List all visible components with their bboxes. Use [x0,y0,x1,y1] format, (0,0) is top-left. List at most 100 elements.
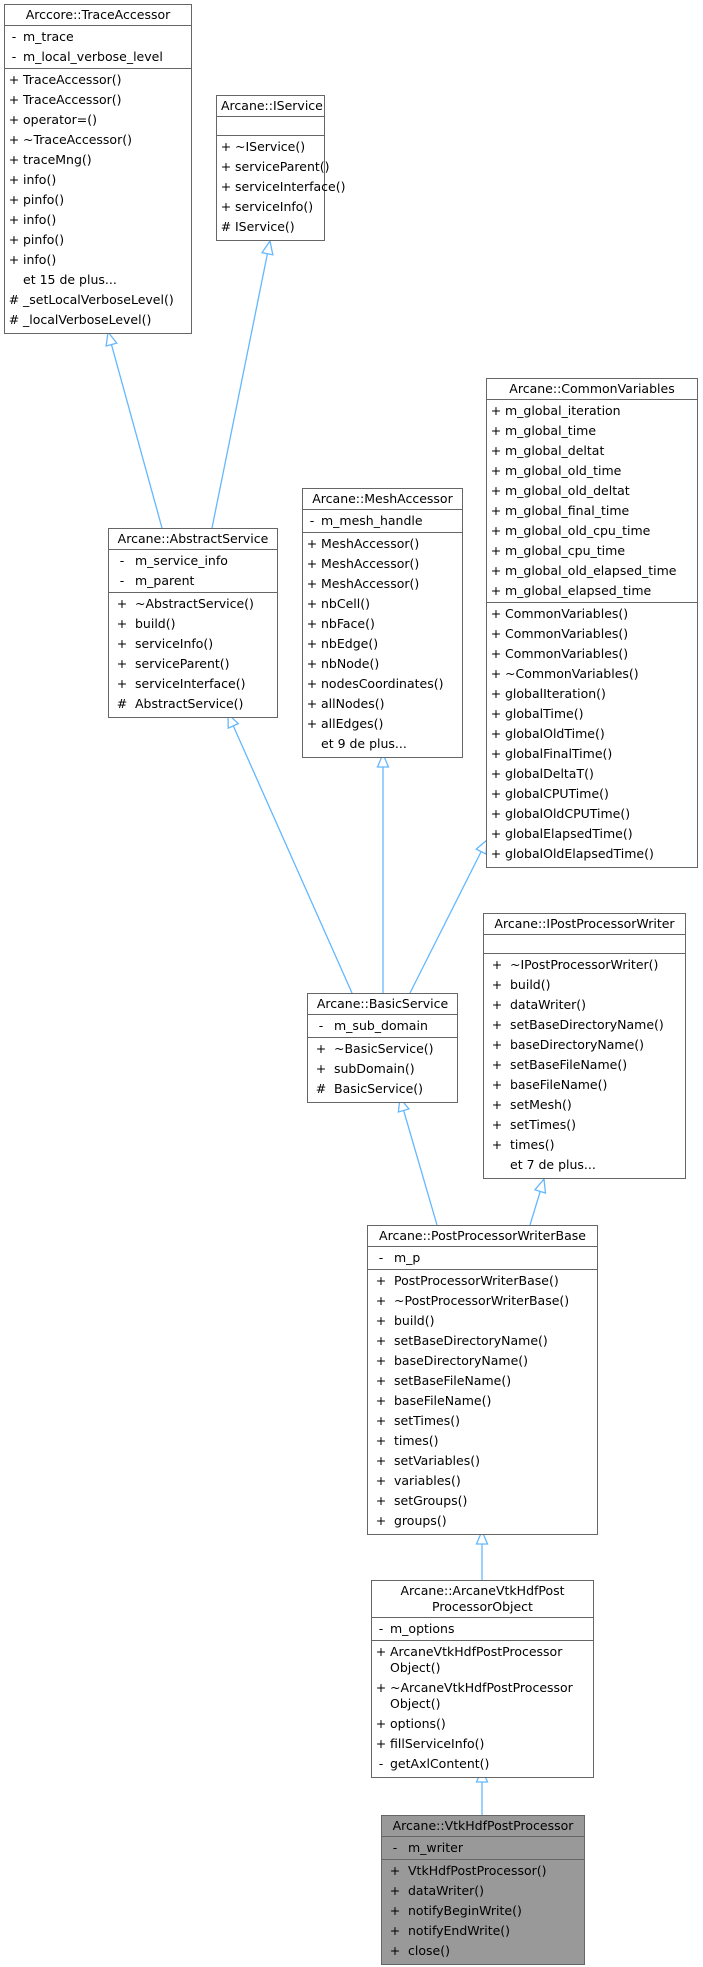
operation-row[interactable]: + setMesh() [484,1095,685,1115]
operation-row[interactable]: + globalElapsedTime() [487,824,697,844]
operation-row[interactable]: + setBaseFileName() [368,1371,597,1391]
operation-row[interactable]: + subDomain() [308,1059,457,1079]
attribute-row[interactable]: - m_writer [382,1838,584,1858]
operation-row[interactable]: + dataWriter() [382,1881,584,1901]
operation-row[interactable]: + notifyEndWrite() [382,1921,584,1941]
operation-row[interactable]: + ~ArcaneVtkHdfPostProcessor Object() [372,1678,593,1714]
operation-row[interactable]: + build() [368,1311,597,1331]
operation-row[interactable]: + info() [5,170,191,190]
operation-row[interactable]: et 15 de plus... [5,270,191,290]
operation-row[interactable]: + times() [484,1135,685,1155]
attribute-row[interactable]: - m_trace [5,27,191,47]
attribute-row[interactable]: + m_global_deltat [487,441,697,461]
attribute-row[interactable]: - m_mesh_handle [303,511,462,531]
operation-row[interactable]: # _localVerboseLevel() [5,310,191,330]
operation-row[interactable]: + nbFace() [303,614,462,634]
operation-row[interactable]: + PostProcessorWriterBase() [368,1271,597,1291]
class-basic-service[interactable]: Arcane::BasicService - m_sub_domain + ~Basic… [307,993,458,1103]
attribute-row[interactable]: + m_global_old_elapsed_time [487,561,697,581]
operation-row[interactable]: + build() [484,975,685,995]
class-ipost-processor-writer[interactable]: Arcane::IPostProcessorWriter + ~IPostProce… [483,913,686,1179]
operation-row[interactable]: + setVariables() [368,1451,597,1471]
class-iservice[interactable]: Arcane::IService + ~IService() + servicePare… [216,95,346,241]
operation-row[interactable]: + operator=() [5,110,191,130]
operation-row[interactable]: et 7 de plus... [484,1155,685,1175]
operation-row[interactable]: + CommonVariables() [487,624,697,644]
class-arcane-vtk-hdf-post-processor-object[interactable]: Arcane::ArcaneVtkHdfPost ProcessorObject… [371,1580,594,1778]
operation-row[interactable]: + baseFileName() [368,1391,597,1411]
operation-row[interactable]: + serviceParent() [217,157,330,177]
class-trace-accessor[interactable]: Arccore::TraceAccessor - m_trace - m_local_v… [4,4,192,334]
operation-row[interactable]: + TraceAccessor() [5,70,191,90]
operation-row[interactable]: + fillServiceInfo() [372,1734,593,1754]
operation-row[interactable]: + baseFileName() [484,1075,685,1095]
operation-row[interactable]: + ~CommonVariables() [487,664,697,684]
operation-row[interactable]: + nbEdge() [303,634,462,654]
class-post-processor-writer-base[interactable]: Arcane::PostProcessorWriterBase - m_p + Post… [367,1225,598,1535]
operation-row[interactable]: # IService() [217,217,324,237]
operation-row[interactable]: + ~TraceAccessor() [5,130,191,150]
attribute-row[interactable]: - m_sub_domain [308,1016,457,1036]
attribute-row[interactable]: + m_global_time [487,421,697,441]
operation-row[interactable]: + ~BasicService() [308,1039,457,1059]
attribute-row[interactable]: + m_global_final_time [487,501,697,521]
operation-row[interactable]: + globalCPUTime() [487,784,697,804]
operation-row[interactable]: + serviceInfo() [217,197,324,217]
attribute-row[interactable]: + m_global_old_time [487,461,697,481]
operation-row[interactable]: + globalIteration() [487,684,697,704]
operation-row[interactable]: + nodesCoordinates() [303,674,462,694]
operation-row[interactable]: + setTimes() [484,1115,685,1135]
operation-row[interactable]: + TraceAccessor() [5,90,191,110]
operation-row[interactable]: + CommonVariables() [487,644,697,664]
attribute-row[interactable]: - m_service_info [109,551,277,571]
attribute-row[interactable]: - m_options [372,1619,593,1639]
attribute-row[interactable]: + m_global_iteration [487,401,697,421]
operation-row[interactable]: + serviceInterface() [217,177,346,197]
operation-row[interactable]: + setBaseDirectoryName() [368,1331,597,1351]
operation-row[interactable]: + allNodes() [303,694,462,714]
class-abstract-service[interactable]: Arcane::AbstractService - m_service_info - m… [108,528,278,718]
operation-row[interactable]: + setGroups() [368,1491,597,1511]
operation-row[interactable]: + ~PostProcessorWriterBase() [368,1291,597,1311]
operation-row[interactable]: # BasicService() [308,1079,457,1099]
attribute-row[interactable]: + m_global_old_cpu_time [487,521,697,541]
operation-row[interactable]: + variables() [368,1471,597,1491]
operation-row[interactable]: + globalTime() [487,704,697,724]
operation-row[interactable]: + setTimes() [368,1411,597,1431]
operation-row[interactable]: - getAxlContent() [372,1754,593,1774]
operation-row[interactable]: + options() [372,1714,593,1734]
operation-row[interactable]: + MeshAccessor() [303,554,462,574]
class-vtk-hdf-post-processor[interactable]: Arcane::VtkHdfPostProcessor - m_writer + Vtk… [381,1815,585,1965]
operation-row[interactable]: + nbCell() [303,594,462,614]
operation-row[interactable]: + baseDirectoryName() [484,1035,685,1055]
operation-row[interactable]: + build() [109,614,277,634]
operation-row[interactable]: + allEdges() [303,714,462,734]
operation-row[interactable]: + pinfo() [5,230,191,250]
operation-row[interactable]: + baseDirectoryName() [368,1351,597,1371]
operation-row[interactable]: + traceMng() [5,150,191,170]
attribute-row[interactable]: + m_global_cpu_time [487,541,697,561]
attribute-row[interactable]: - m_local_verbose_level [5,47,191,67]
operation-row[interactable]: + CommonVariables() [487,604,697,624]
operation-row[interactable]: + nbNode() [303,654,462,674]
operation-row[interactable]: + serviceInterface() [109,674,277,694]
class-common-variables[interactable]: Arcane::CommonVariables + m_global_iterati… [486,378,698,868]
operation-row[interactable]: + info() [5,250,191,270]
operation-row[interactable]: + MeshAccessor() [303,574,462,594]
operation-row[interactable]: + VtkHdfPostProcessor() [382,1861,584,1881]
operation-row[interactable]: + MeshAccessor() [303,534,462,554]
operation-row[interactable]: + globalOldCPUTime() [487,804,697,824]
operation-row[interactable]: + serviceInfo() [109,634,277,654]
operation-row[interactable]: + ~IPostProcessorWriter() [484,955,685,975]
operation-row[interactable]: + globalFinalTime() [487,744,697,764]
operation-row[interactable]: + ArcaneVtkHdfPostProcessor Object() [372,1642,593,1678]
operation-row[interactable]: + info() [5,210,191,230]
operation-row[interactable]: et 9 de plus... [303,734,462,754]
operation-row[interactable]: + ~IService() [217,137,324,157]
operation-row[interactable]: + dataWriter() [484,995,685,1015]
operation-row[interactable]: + globalDeltaT() [487,764,697,784]
operation-row[interactable]: + groups() [368,1511,597,1531]
operation-row[interactable]: # _setLocalVerboseLevel() [5,290,191,310]
operation-row[interactable]: + ~AbstractService() [109,594,277,614]
operation-row[interactable]: + pinfo() [5,190,191,210]
